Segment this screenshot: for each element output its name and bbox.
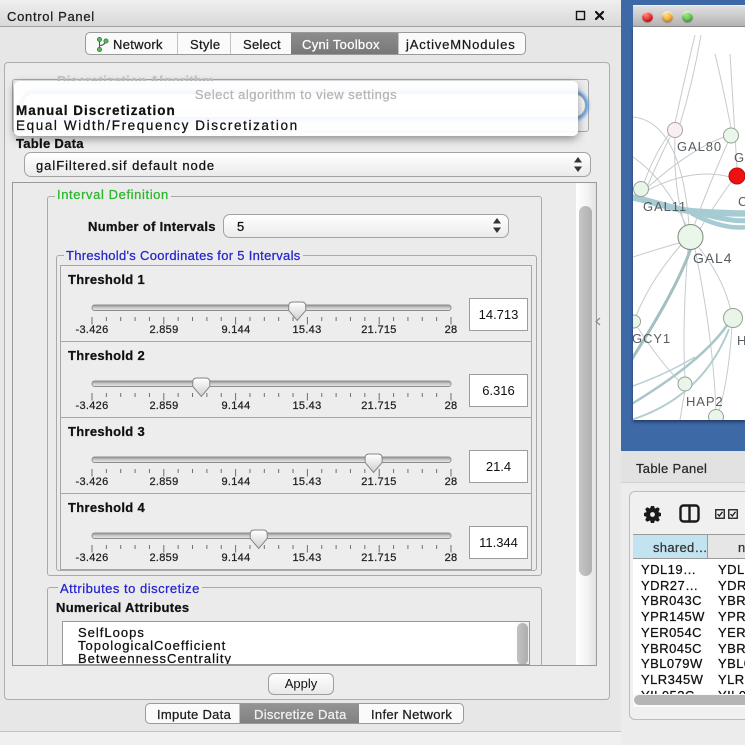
svg-text:C: C — [738, 194, 745, 209]
svg-text:GAL4: GAL4 — [693, 250, 732, 266]
svg-text:HAP2: HAP2 — [686, 394, 724, 409]
svg-text:GAL80: GAL80 — [677, 139, 722, 154]
svg-text:GCY1: GCY1 — [633, 331, 671, 346]
svg-text:GAL11: GAL11 — [643, 199, 687, 214]
svg-text:G.: G. — [734, 150, 745, 165]
svg-text:H: H — [737, 333, 745, 348]
